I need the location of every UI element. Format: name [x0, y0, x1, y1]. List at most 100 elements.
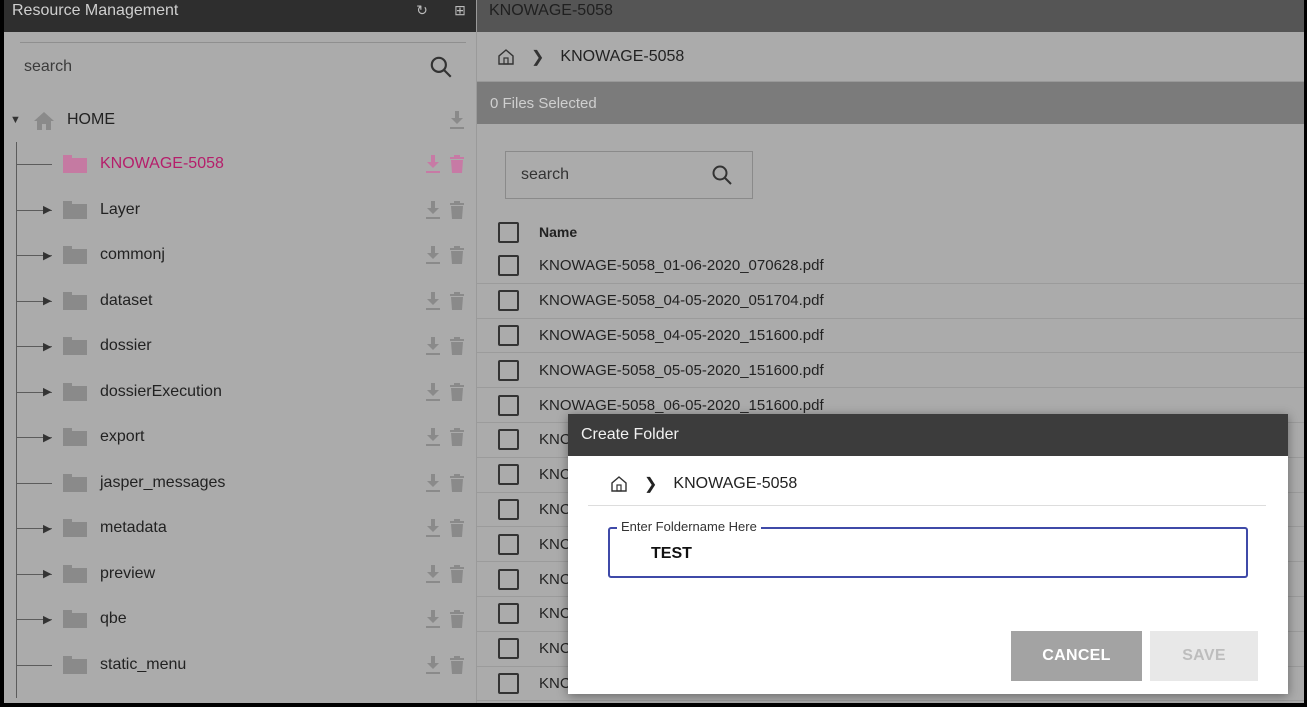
file-name[interactable]: KNOWAGE-5058_04-05-2020_051704.pdf — [539, 292, 824, 309]
expand-arrow-icon[interactable]: ▶ — [43, 431, 51, 444]
save-button[interactable]: SAVE — [1150, 631, 1258, 681]
row-checkbox[interactable] — [498, 638, 519, 660]
tree-item[interactable]: ▶ preview — [4, 552, 476, 596]
file-search-input[interactable]: search — [521, 166, 710, 184]
tree-item[interactable]: jasper_messages — [4, 461, 476, 505]
dialog-breadcrumb-current[interactable]: KNOWAGE-5058 — [673, 475, 797, 493]
file-name[interactable]: KNC — [539, 466, 571, 483]
row-checkbox[interactable] — [498, 255, 519, 277]
delete-icon[interactable] — [448, 291, 466, 311]
download-icon[interactable] — [424, 291, 442, 311]
expand-arrow-icon[interactable]: ▶ — [43, 249, 51, 262]
row-checkbox[interactable] — [498, 672, 519, 694]
delete-icon[interactable] — [448, 473, 466, 493]
file-name[interactable]: KNOWAGE-5058_01-06-2020_070628.pdf — [539, 257, 824, 274]
download-icon[interactable] — [424, 518, 442, 538]
expand-arrow-icon[interactable]: ▶ — [43, 340, 51, 353]
delete-icon[interactable] — [448, 200, 466, 220]
download-icon[interactable] — [448, 110, 466, 130]
file-name[interactable]: KNC — [539, 431, 571, 448]
tree-item[interactable]: ▶ metadata — [4, 506, 476, 550]
file-row[interactable]: KNOWAGE-5058_01-06-2020_070628.pdf — [477, 249, 1304, 284]
file-row[interactable]: KNOWAGE-5058_04-05-2020_051704.pdf — [477, 284, 1304, 319]
collapse-arrow-icon[interactable]: ▼ — [10, 114, 21, 126]
delete-icon[interactable] — [448, 564, 466, 584]
delete-icon[interactable] — [448, 382, 466, 402]
home-outline-icon[interactable] — [497, 48, 515, 66]
row-checkbox[interactable] — [498, 464, 519, 486]
row-checkbox[interactable] — [498, 568, 519, 590]
row-checkbox[interactable] — [498, 359, 519, 381]
row-checkbox[interactable] — [498, 394, 519, 416]
tree-item[interactable]: static_menu — [4, 643, 476, 687]
expand-arrow-icon[interactable]: ▶ — [43, 522, 51, 535]
expand-arrow-icon[interactable]: ▶ — [43, 613, 51, 626]
search-icon[interactable] — [710, 163, 734, 187]
search-icon[interactable] — [428, 54, 454, 80]
expand-arrow-icon[interactable]: ▶ — [43, 567, 51, 580]
file-row[interactable]: KNOWAGE-5058_04-05-2020_151600.pdf — [477, 319, 1304, 354]
delete-icon[interactable] — [448, 245, 466, 265]
row-checkbox[interactable] — [498, 603, 519, 625]
download-icon[interactable] — [424, 336, 442, 356]
row-checkbox[interactable] — [498, 324, 519, 346]
delete-icon[interactable] — [448, 336, 466, 356]
tree-item[interactable]: ▶ dataset — [4, 279, 476, 323]
download-icon[interactable] — [424, 609, 442, 629]
folder-name-field[interactable]: Enter Foldername Here TEST — [608, 519, 1248, 578]
delete-icon[interactable] — [448, 518, 466, 538]
add-folder-icon[interactable]: ⊞ — [452, 2, 468, 18]
tree-item[interactable]: ▶ qbe — [4, 597, 476, 641]
file-search-box[interactable]: search — [505, 151, 753, 199]
download-icon[interactable] — [424, 200, 442, 220]
refresh-icon[interactable]: ↻ — [414, 2, 430, 18]
file-name[interactable]: KNC — [539, 571, 571, 588]
delete-icon[interactable] — [448, 609, 466, 629]
row-checkbox[interactable] — [498, 290, 519, 312]
home-outline-icon[interactable] — [610, 475, 628, 493]
delete-icon[interactable] — [448, 427, 466, 447]
file-name[interactable]: KNOWAGE-5058_05-05-2020_151600.pdf — [539, 362, 824, 379]
delete-icon[interactable] — [448, 154, 466, 174]
file-name[interactable]: KNOWAGE-5058_06-05-2020_151600.pdf — [539, 397, 824, 414]
file-row[interactable]: KNOWAGE-5058_05-05-2020_151600.pdf — [477, 353, 1304, 389]
tree-item[interactable]: KNOWAGE-5058 — [4, 142, 476, 186]
download-icon[interactable] — [424, 245, 442, 265]
cancel-button[interactable]: CANCEL — [1011, 631, 1142, 681]
column-header-name[interactable]: Name — [539, 224, 577, 240]
download-icon[interactable] — [424, 427, 442, 447]
tree-connector — [16, 664, 52, 666]
tree-item[interactable]: ▶ commonj — [4, 233, 476, 277]
folder-icon — [63, 610, 87, 628]
file-name[interactable]: KNC — [539, 675, 571, 692]
expand-arrow-icon[interactable]: ▶ — [43, 294, 51, 307]
row-checkbox[interactable] — [498, 498, 519, 520]
select-all-checkbox[interactable] — [498, 221, 519, 243]
file-name[interactable]: KNC — [539, 536, 571, 553]
tree-item[interactable]: ▶ Layer — [4, 188, 476, 232]
expand-arrow-icon[interactable]: ▶ — [43, 203, 51, 216]
file-name[interactable]: KNOWAGE-5058_04-05-2020_151600.pdf — [539, 327, 824, 344]
download-icon[interactable] — [424, 382, 442, 402]
tree-root-label: HOME — [67, 111, 115, 128]
breadcrumb-current[interactable]: KNOWAGE-5058 — [560, 48, 684, 66]
tree-search-input[interactable]: search — [20, 58, 428, 76]
file-name[interactable]: KNC — [539, 501, 571, 518]
tree-item[interactable]: ▶ export — [4, 415, 476, 459]
tree-item[interactable]: ▶ dossier — [4, 324, 476, 368]
file-name[interactable]: KNC — [539, 605, 571, 622]
download-icon[interactable] — [424, 564, 442, 584]
delete-icon[interactable] — [448, 655, 466, 675]
folder-icon — [63, 473, 87, 492]
folder-name-input[interactable]: TEST — [651, 545, 692, 563]
file-name[interactable]: KNC — [539, 640, 571, 657]
download-icon[interactable] — [424, 473, 442, 493]
download-icon[interactable] — [424, 655, 442, 675]
row-checkbox[interactable] — [498, 533, 519, 555]
tree-search-box[interactable]: search — [20, 42, 466, 90]
row-checkbox[interactable] — [498, 429, 519, 451]
tree-item[interactable]: ▶ dossierExecution — [4, 370, 476, 414]
expand-arrow-icon[interactable]: ▶ — [43, 385, 51, 398]
download-icon[interactable] — [424, 154, 442, 174]
tree-root-home[interactable]: ▼ HOME — [4, 98, 476, 142]
